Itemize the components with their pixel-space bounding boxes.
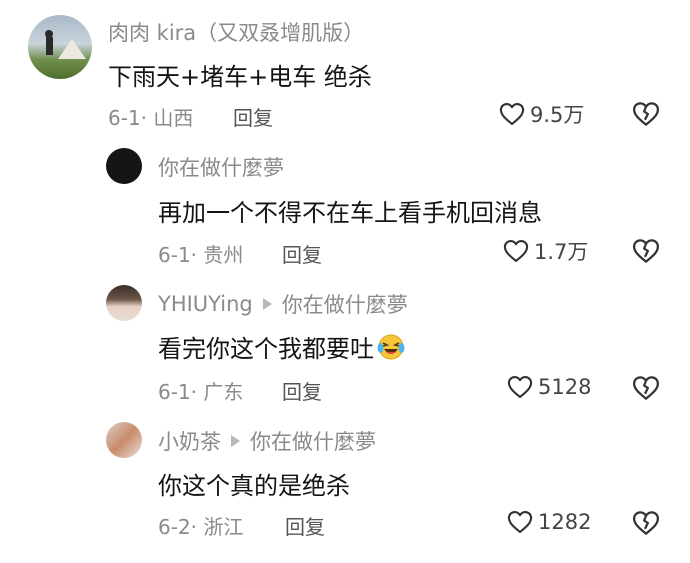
comment-username[interactable]: 你在做什麼夢 [158, 152, 284, 182]
comment-meta: 6-1· 山西 [108, 102, 193, 131]
avatar[interactable] [106, 422, 142, 458]
dislike-button[interactable] [631, 236, 661, 270]
reply-comment: 小奶茶 你在做什麼夢 你这个真的是绝杀 6-2· 浙江 回复 1282 [0, 414, 690, 563]
avatar[interactable] [28, 15, 92, 79]
comment-date: 6-1 [108, 106, 141, 130]
reply-button[interactable]: 回复 [282, 376, 322, 405]
dislike-button[interactable] [631, 99, 661, 133]
comment-location: 贵州 [203, 243, 244, 267]
like-button[interactable]: 1282 [506, 508, 591, 536]
comment-location: 山西 [153, 106, 194, 130]
reply-comment: 你在做什麼夢 再加一个不得不在车上看手机回消息 6-1· 贵州 回复 1.7万 [0, 140, 690, 277]
meta-separator: · [190, 243, 198, 267]
like-button[interactable]: 1.7万 [502, 236, 588, 266]
reply-arrow-icon [262, 298, 272, 310]
comment-text-content: 看完你这个我都要吐 [158, 335, 374, 363]
comment-text: 你这个真的是绝杀 [158, 472, 350, 500]
reply-comment: YHIUYing 你在做什麼夢 看完你这个我都要吐 6-1· 广东 回复 512… [0, 277, 690, 414]
comment-username: 小奶茶 你在做什麼夢 [158, 426, 376, 456]
laughing-crying-emoji [377, 334, 405, 359]
reply-arrow-icon [231, 435, 240, 447]
broken-heart-icon [633, 102, 659, 126]
reply-to-username[interactable]: 你在做什麼夢 [282, 289, 408, 319]
heart-icon [499, 103, 525, 125]
heart-icon [507, 511, 533, 533]
comment-username: YHIUYing 你在做什麼夢 [158, 289, 408, 319]
heart-icon [507, 376, 533, 398]
dislike-button[interactable] [631, 373, 661, 407]
comment-meta: 6-2· 浙江 [158, 511, 243, 540]
heart-icon [503, 240, 529, 262]
comment-location: 浙江 [203, 515, 244, 539]
avatar[interactable] [106, 285, 142, 321]
comment-text: 看完你这个我都要吐 [158, 329, 406, 364]
meta-separator: · [140, 106, 148, 130]
avatar-image [45, 30, 86, 59]
like-count: 9.5万 [530, 103, 585, 127]
reply-button[interactable]: 回复 [233, 102, 273, 131]
comment-date: 6-1 [158, 380, 191, 404]
username-link[interactable]: 小奶茶 [158, 426, 221, 456]
broken-heart-icon [633, 376, 659, 400]
like-count: 1282 [538, 510, 592, 534]
like-count: 1.7万 [534, 240, 589, 264]
comment-date: 6-2 [158, 515, 191, 539]
meta-separator: · [190, 380, 198, 404]
like-count: 5128 [538, 375, 592, 399]
comment-text: 再加一个不得不在车上看手机回消息 [158, 199, 542, 227]
dislike-button[interactable] [631, 508, 661, 542]
avatar[interactable] [106, 148, 142, 184]
broken-heart-icon [633, 511, 659, 535]
comment-username[interactable]: 肉肉 kira（又双叒增肌版） [108, 17, 364, 47]
meta-separator: · [190, 515, 198, 539]
reply-to-username[interactable]: 你在做什麼夢 [250, 426, 376, 456]
reply-button[interactable]: 回复 [285, 511, 325, 540]
comment-location: 广东 [203, 380, 244, 404]
like-button[interactable]: 5128 [506, 373, 591, 401]
broken-heart-icon [633, 239, 659, 263]
reply-button[interactable]: 回复 [282, 239, 322, 268]
comment-date: 6-1 [158, 243, 191, 267]
comment-text: 下雨天+堵车+电车 绝杀 [108, 63, 372, 91]
comment: 肉肉 kira（又双叒增肌版） 下雨天+堵车+电车 绝杀 6-1· 山西 回复 … [0, 0, 690, 140]
comment-meta: 6-1· 广东 [158, 376, 243, 405]
like-button[interactable]: 9.5万 [498, 99, 584, 129]
comment-meta: 6-1· 贵州 [158, 239, 243, 268]
username-link[interactable]: YHIUYing [158, 292, 253, 316]
